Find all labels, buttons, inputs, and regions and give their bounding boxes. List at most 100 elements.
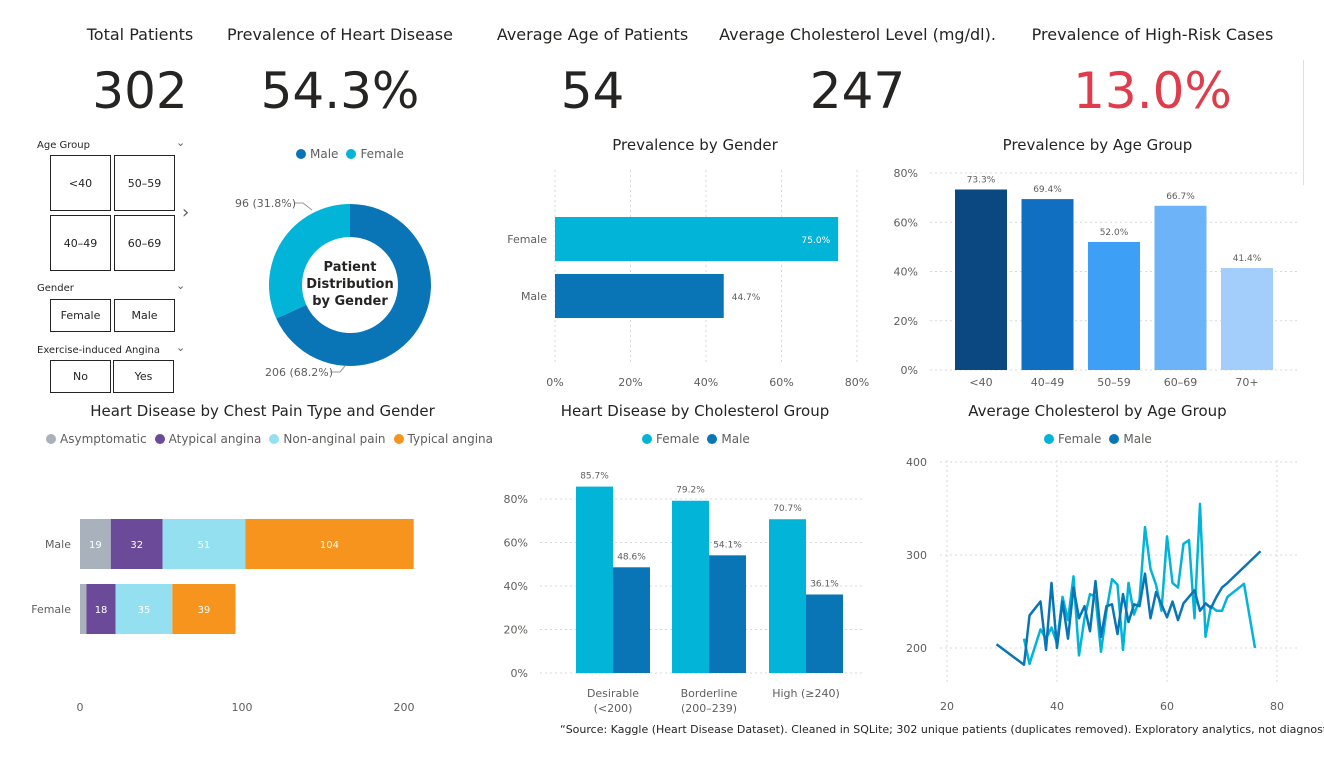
x-tick-label: Borderline <box>681 687 738 700</box>
legend-label: Non-anginal pain <box>283 432 386 446</box>
legend-dot <box>642 434 652 444</box>
x-tick-label: 100 <box>232 701 253 714</box>
y-tick-label: 20% <box>504 624 528 637</box>
bar-female <box>576 486 613 673</box>
donut-center-label: Patient <box>324 260 377 275</box>
legend-label: Female <box>360 147 404 161</box>
y-tick-label: 200 <box>906 642 927 655</box>
x-tick-label: 80 <box>1270 700 1284 713</box>
chevron-down-icon[interactable]: ⌄ <box>176 341 185 354</box>
x-tick-label: (<200) <box>594 702 633 715</box>
chest-pain-chart[interactable]: 0 100 200 Male 19 32 51 104 Female 18 35 39 <box>25 455 465 720</box>
slicer-tile[interactable]: 50–59 <box>114 155 175 211</box>
chevron-down-icon[interactable]: ⌄ <box>176 136 185 149</box>
data-label: 51 <box>198 540 211 551</box>
donut-legend: Male Female <box>296 147 408 161</box>
slicer-title: Age Group <box>37 140 90 151</box>
data-label: 19 <box>89 540 102 551</box>
chevron-down-icon[interactable]: ⌄ <box>176 279 185 292</box>
kpi-value: 247 <box>809 62 906 120</box>
slicer-tile[interactable]: Male <box>114 299 175 332</box>
x-tick-label: <40 <box>969 376 992 389</box>
kpi-title: Average Age of Patients <box>496 25 689 44</box>
data-label: 104 <box>320 540 339 551</box>
chart-title: Average Cholesterol by Age Group <box>968 402 1227 420</box>
x-tick-label: 80% <box>845 376 869 389</box>
slicer-title: Gender <box>37 283 74 294</box>
bar-male <box>613 567 650 673</box>
legend-dot <box>46 434 56 444</box>
x-tick-label: 60% <box>769 376 793 389</box>
bar-1 <box>1021 199 1074 370</box>
slicer-tile[interactable]: 60–69 <box>114 215 175 271</box>
donut-center-label: by Gender <box>312 294 388 309</box>
data-label: 79.2% <box>676 486 705 496</box>
legend-label: Atypical angina <box>168 432 262 446</box>
x-tick-label: 0% <box>546 376 563 389</box>
prevalence-by-gender-chart[interactable]: 0% 20% 40% 60% 80% Female 75.0% Male 44.7% <box>495 160 885 395</box>
data-label: 52.0% <box>1100 228 1129 238</box>
slicer-tile[interactable]: <40 <box>50 155 111 211</box>
leader-line <box>295 202 313 211</box>
y-tick-label: Male <box>45 538 71 551</box>
y-tick-label: 80% <box>894 167 918 180</box>
slicer-tile[interactable]: No <box>50 360 111 393</box>
legend-label: Female <box>1058 432 1102 446</box>
legend-label: Female <box>656 432 700 446</box>
slicer-tile[interactable]: Female <box>50 299 111 332</box>
data-label: 75.0% <box>802 236 831 246</box>
chevron-right-icon[interactable]: › <box>182 202 189 223</box>
data-label: 66.7% <box>1166 192 1195 202</box>
bar-3 <box>1154 205 1207 370</box>
prevalence-by-age-chart[interactable]: 0% 20% 40% 60% 80% 73.3% <40 69.4% 40–49 52.0% 50–… <box>885 160 1305 395</box>
data-label: 70.7% <box>773 504 802 514</box>
y-tick-label: 0% <box>901 364 918 377</box>
donut-chart[interactable]: Patient Distribution by Gender 96 (31.8%) 20… <box>225 170 460 390</box>
segment-asymptomatic <box>80 584 87 634</box>
data-label: 36.1% <box>810 579 839 589</box>
x-tick-label: 60–69 <box>1164 376 1198 389</box>
x-tick-label: High (≥240) <box>772 687 840 700</box>
bar-female <box>555 217 839 261</box>
slicer-tile[interactable]: 40–49 <box>50 215 111 271</box>
data-label: 73.3% <box>967 175 996 185</box>
y-tick-label: 60% <box>894 216 918 229</box>
data-label: 69.4% <box>1033 185 1062 195</box>
y-tick-label: 40% <box>504 580 528 593</box>
kpi-value: 54.3% <box>260 62 420 120</box>
legend-label: Male <box>1123 432 1152 446</box>
legend-label: Male <box>721 432 750 446</box>
x-tick-label: (200–239) <box>681 702 737 715</box>
bar-female <box>672 500 709 673</box>
avg-cholesterol-line-chart[interactable]: 200 300 400 20 40 60 80 <box>885 450 1305 720</box>
data-label: 44.7% <box>732 293 761 303</box>
data-label: 35 <box>138 605 151 616</box>
y-tick-label: Female <box>507 233 547 246</box>
kpi-title: Total Patients <box>86 25 194 44</box>
chart-title: Prevalence by Age Group <box>1002 136 1193 154</box>
data-label: 48.6% <box>617 552 646 562</box>
bar-0 <box>955 189 1007 370</box>
donut-label-female: 96 (31.8%) <box>235 197 296 210</box>
cholesterol-group-chart[interactable]: 0% 20% 40% 60% 80% 85.7% 48.6% Desirable (<200) 7… <box>495 455 870 717</box>
x-tick-label: 50–59 <box>1097 376 1131 389</box>
legend-dot <box>296 149 306 159</box>
x-tick-label: Desirable <box>587 687 639 700</box>
chol-legend: Female Male <box>642 432 754 446</box>
kpi-value: 302 <box>92 62 188 120</box>
chart-title: Heart Disease by Chest Pain Type and Gen… <box>90 402 435 420</box>
data-label: 54.1% <box>713 540 742 550</box>
legend-dot <box>707 434 718 444</box>
x-tick-label: 40% <box>694 376 718 389</box>
slicer-title: Exercise-induced Angina <box>37 345 160 356</box>
bar-male <box>555 274 724 318</box>
slicer-tile[interactable]: Yes <box>113 360 174 393</box>
y-tick-label: 300 <box>906 549 927 562</box>
bar-4 <box>1221 268 1273 370</box>
x-tick-label: 60 <box>1160 700 1174 713</box>
x-tick-label: 40–49 <box>1031 376 1065 389</box>
bar-2 <box>1088 241 1140 370</box>
legend-dot <box>154 434 165 444</box>
chest-legend: Asymptomatic Atypical angina Non-anginal… <box>46 432 497 446</box>
data-label: 18 <box>95 605 108 616</box>
